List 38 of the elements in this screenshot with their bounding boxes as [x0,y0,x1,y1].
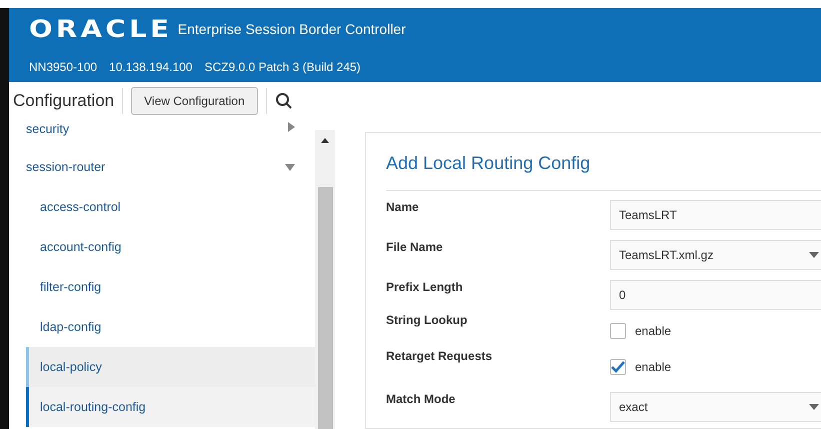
dropdown-field[interactable]: TeamsLRT.xml.gz [610,240,821,270]
tree-item[interactable]: account-config [26,227,315,267]
checkbox-label: enable [635,360,672,374]
tree-item[interactable]: security [26,120,315,147]
field-label: Retarget Requests [386,349,494,365]
input-field[interactable]: 0 [610,280,821,310]
caret-down-icon[interactable] [809,404,819,410]
field-label: Match Mode [386,392,456,408]
device-info: SCZ9.0.0 Patch 3 (Build 245) [204,60,361,74]
tree-item[interactable]: session-router [26,147,315,187]
caret-down-icon[interactable] [809,252,819,258]
tree-item[interactable]: filter-config [26,267,315,307]
scroll-up-icon[interactable] [321,138,329,143]
form-title: Add Local Routing Config [386,153,592,174]
tree-item[interactable]: local-routing-config [26,387,315,427]
field-label: String Lookup [386,313,468,329]
field-label: Prefix Length [386,280,464,296]
device-info: 10.138.194.100 [109,60,192,74]
scrollbar[interactable] [315,130,335,429]
view-configuration-button[interactable]: View Configuration [131,87,258,115]
page-title: Configuration [13,91,114,111]
search-icon[interactable] [274,92,293,110]
tree-item[interactable]: ldap-config [26,307,315,347]
tree-item[interactable]: access-control [26,187,315,227]
checkbox[interactable] [610,323,626,339]
checkbox-label: enable [635,324,672,338]
input-field[interactable]: TeamsLRT [610,200,821,230]
caret-right-icon [288,122,295,132]
caret-down-icon [285,164,295,170]
field-label: File Name [386,240,444,256]
product-title: Enterprise Session Border Controller [178,21,406,37]
field-label: Name [386,200,420,216]
dropdown-field[interactable]: exact [610,392,821,422]
checkbox[interactable] [610,359,626,375]
scrollbar-thumb[interactable] [318,187,332,429]
device-info: NN3950-100 [29,60,98,74]
tree-item[interactable]: local-policy [26,347,315,387]
logo: ORACLE [29,15,172,43]
